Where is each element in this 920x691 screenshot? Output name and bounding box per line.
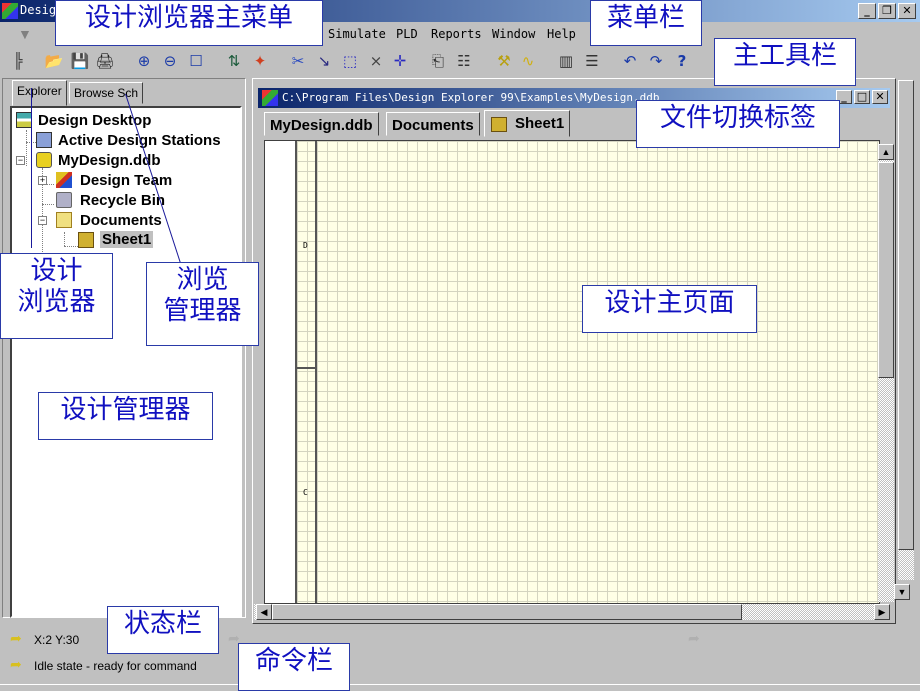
callout-status-bar: 状态栏 (107, 606, 219, 654)
command-arrow-icon: ➦ (688, 630, 700, 646)
status-arrow-icon: ➦ (10, 656, 22, 672)
callout-main-toolbar: 主工具栏 (714, 38, 856, 86)
help-icon[interactable]: ? (672, 52, 692, 70)
tree-toggle-icon[interactable]: ╠ (8, 52, 28, 70)
tree-item-recycle-bin[interactable]: Recycle Bin (80, 192, 165, 209)
outer-vertical-scroll-thumb[interactable] (898, 80, 914, 550)
menu-help[interactable]: Help (547, 27, 576, 41)
menu-pld[interactable]: PLD (396, 27, 418, 41)
app-title: Desig (20, 3, 57, 17)
menu-window[interactable]: Window (492, 27, 535, 41)
close-button[interactable]: ✕ (898, 3, 916, 19)
callout-design-manager: 设计管理器 (38, 392, 213, 440)
horizontal-scroll-thumb[interactable] (272, 604, 742, 620)
save-icon[interactable]: 💾 (70, 52, 90, 70)
zoom-fit-icon[interactable]: ☐ (186, 52, 206, 70)
waveform-icon[interactable]: ∿ (518, 52, 538, 70)
scroll-left-button[interactable]: ◀ (256, 604, 272, 620)
tab-documents[interactable]: Documents (386, 112, 480, 136)
callout-browse-manager: 浏览 管理器 (146, 262, 259, 346)
minimize-button[interactable]: _ (858, 3, 876, 19)
app-icon[interactable] (2, 3, 18, 19)
callout-design-explorer-line2: 浏览器 (17, 287, 96, 318)
collapse-icon[interactable]: − (16, 156, 25, 165)
schematic-sheet-icon (491, 117, 507, 132)
status-state: Idle state - ready for command (34, 659, 197, 673)
wand-icon[interactable]: ✦ (250, 52, 270, 70)
print-icon[interactable]: 🖨 (95, 52, 115, 70)
scroll-down-button[interactable]: ▼ (894, 584, 910, 600)
align-icon[interactable]: ☰ (582, 52, 602, 70)
tree-item-design-team[interactable]: Design Team (80, 172, 172, 189)
document-path: C:\Program Files\Design Explorer 99\Exam… (282, 91, 660, 104)
sheet-border (315, 141, 317, 603)
callout-browse-manager-line2: 管理器 (163, 296, 242, 327)
explorer-tree: Design Desktop Active Design Stations − … (10, 106, 242, 618)
collapse-icon[interactable]: − (38, 216, 47, 225)
callout-design-explorer-line1: 设计 (30, 256, 83, 286)
wire-cut-icon[interactable]: ✂ (288, 52, 308, 70)
redo-icon[interactable]: ↷ (646, 52, 666, 70)
scroll-up-button[interactable]: ▲ (878, 144, 894, 160)
callout-browse-manager-line1: 浏览 (176, 265, 229, 295)
document-icon (262, 90, 278, 106)
team-folder-icon (56, 172, 72, 188)
tree-item-documents[interactable]: Documents (80, 212, 162, 229)
tab-sheet1-label: Sheet1 (515, 115, 565, 132)
bottom-divider (0, 684, 920, 685)
book-icon[interactable]: ▥ (556, 52, 576, 70)
status-coordinates: X:2 Y:30 (34, 633, 80, 647)
tab-sheet1[interactable]: Sheet1 (484, 110, 571, 137)
schematic-canvas[interactable]: D C (264, 140, 880, 604)
callout-command-bar: 命令栏 (238, 643, 350, 691)
doc-maximize-button[interactable]: □ (854, 90, 870, 104)
scroll-right-button[interactable]: ▶ (874, 604, 890, 620)
zone-label-c: C (303, 488, 308, 497)
zone-divider (295, 367, 317, 369)
expand-icon[interactable]: + (38, 176, 47, 185)
callout-design-explorer: 设计 浏览器 (0, 253, 113, 339)
computer-icon (36, 132, 52, 148)
cross-probe-icon[interactable]: ⨯ (366, 52, 386, 70)
callout-main-menu: 设计浏览器主菜单 (55, 0, 323, 46)
doc-close-button[interactable]: ✕ (872, 90, 888, 104)
tab-explorer[interactable]: Explorer (12, 80, 67, 106)
zoom-in-icon[interactable]: ⊕ (134, 52, 154, 70)
sheet-grid[interactable] (295, 141, 879, 603)
zone-label-d: D (303, 241, 308, 250)
zoom-out-icon[interactable]: ⊖ (160, 52, 180, 70)
desktop-icon (16, 112, 32, 128)
wrench-icon[interactable]: ⚒ (494, 52, 514, 70)
callout-leader (31, 88, 32, 248)
open-folder-icon[interactable]: 📂 (44, 52, 64, 70)
tab-browse-sch[interactable]: Browse Sch (69, 82, 144, 104)
database-icon (36, 152, 52, 168)
vertical-scroll-thumb[interactable] (878, 162, 894, 378)
down-arrow-icon[interactable]: ▼ (18, 26, 48, 42)
up-down-icon[interactable]: ⇅ (224, 52, 244, 70)
callout-menu-bar: 菜单栏 (590, 0, 702, 46)
callout-design-main-page: 设计主页面 (582, 285, 757, 333)
restore-button[interactable]: ❐ (878, 3, 896, 19)
move-icon[interactable]: ✛ (390, 52, 410, 70)
menu-reports[interactable]: Reports (431, 27, 482, 41)
callout-file-tabs: 文件切换标签 (636, 100, 840, 148)
tree-item-sheet1[interactable]: Sheet1 (100, 231, 154, 248)
component-icon[interactable]: ☷ (454, 52, 474, 70)
pointer-icon[interactable]: ↘ (314, 52, 334, 70)
select-rect-icon[interactable]: ⬚ (340, 52, 360, 70)
undo-icon[interactable]: ↶ (620, 52, 640, 70)
recycle-bin-icon (56, 192, 72, 208)
status-arrow-icon: ➦ (10, 630, 22, 646)
library-icon[interactable]: ⎗ (428, 52, 448, 70)
schematic-sheet-icon (78, 232, 94, 248)
folder-icon (56, 212, 72, 228)
menu-simulate[interactable]: Simulate (328, 27, 386, 41)
tab-mydesign-ddb[interactable]: MyDesign.ddb (264, 112, 379, 136)
